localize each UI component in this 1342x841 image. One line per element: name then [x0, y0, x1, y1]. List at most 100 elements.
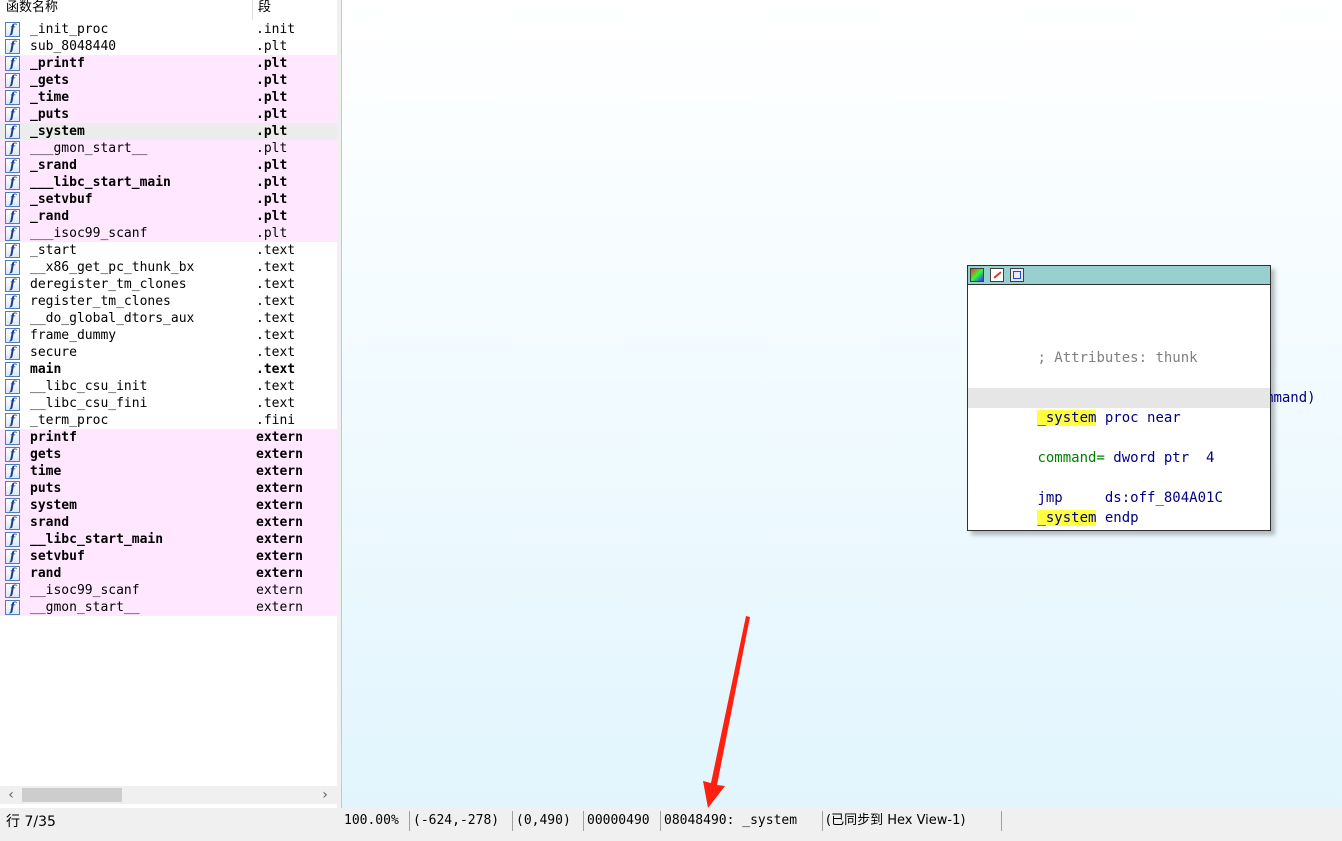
function-row[interactable]: f ___isoc99_scanf .plt	[0, 225, 337, 242]
code-line-jmp[interactable]: jmp ds:off_804A01C	[970, 468, 1222, 506]
code-line-endp[interactable]: _system endp	[970, 488, 1139, 526]
function-name: frame_dummy	[30, 328, 117, 343]
node-group-icon[interactable]	[1010, 268, 1024, 282]
function-row[interactable]: f main .text	[0, 361, 337, 378]
functions-window: 函数名称 段 f _init_proc .init f sub_8048440 .plt f…	[0, 0, 338, 808]
function-row[interactable]: f srand extern	[0, 514, 337, 531]
function-row[interactable]: f _system .plt	[0, 123, 337, 140]
zoom-level: 100.00%	[344, 813, 399, 828]
function-row[interactable]: f _srand .plt	[0, 157, 337, 174]
function-icon: f	[5, 345, 20, 360]
node-rename-icon[interactable]	[990, 268, 1004, 282]
scrollbar-thumb[interactable]	[22, 788, 122, 802]
function-row[interactable]: f _init_proc .init	[0, 21, 337, 38]
function-row[interactable]: f _puts .plt	[0, 106, 337, 123]
function-icon: f	[5, 413, 20, 428]
function-name: _rand	[30, 209, 70, 224]
function-segment: .plt	[256, 90, 288, 105]
code-block-node[interactable]: ; Attributes: thunk ; int system(const c…	[967, 265, 1316, 531]
function-row[interactable]: f sub_8048440 .plt	[0, 38, 337, 55]
function-row[interactable]: f frame_dummy .text	[0, 327, 337, 344]
arg-name[interactable]: command=	[1037, 450, 1104, 466]
function-row[interactable]: f _time .plt	[0, 89, 337, 106]
function-name: deregister_tm_clones	[30, 277, 187, 292]
scroll-left-icon[interactable]: ‹	[2, 786, 20, 804]
function-name: _term_proc	[30, 413, 109, 428]
function-row[interactable]: f puts extern	[0, 480, 337, 497]
function-segment: .text	[256, 345, 296, 360]
function-segment: .text	[256, 243, 296, 258]
function-name: __libc_csu_fini	[30, 396, 148, 411]
function-name: _srand	[30, 158, 77, 173]
column-divider[interactable]	[252, 0, 253, 20]
function-icon: f	[5, 294, 20, 309]
ida-graph-view[interactable]: ; Attributes: thunk ; int system(const c…	[341, 0, 1342, 808]
function-segment: extern	[256, 481, 303, 496]
function-row[interactable]: f secure .text	[0, 344, 337, 361]
function-segment: .text	[256, 379, 296, 394]
function-row[interactable]: f ___libc_start_main .plt	[0, 174, 337, 191]
function-icon: f	[5, 22, 20, 37]
function-segment: .init	[256, 22, 296, 37]
function-segment: .text	[256, 396, 296, 411]
function-row[interactable]: f __libc_csu_fini .text	[0, 395, 337, 412]
function-row[interactable]: f time extern	[0, 463, 337, 480]
function-row[interactable]: f __libc_start_main extern	[0, 531, 337, 548]
code-line-signature[interactable]: ; int system(const char *command)	[970, 368, 1315, 406]
node-color-icon[interactable]	[970, 268, 984, 282]
function-icon: f	[5, 243, 20, 258]
function-icon: f	[5, 447, 20, 462]
function-row[interactable]: f _term_proc .fini	[0, 412, 337, 429]
column-header-function-name[interactable]: 函数名称	[6, 0, 58, 15]
node-title-bar[interactable]	[968, 266, 1270, 285]
function-row[interactable]: f _printf .plt	[0, 55, 337, 72]
function-row[interactable]: f ___gmon_start__ .plt	[0, 140, 337, 157]
horizontal-scrollbar[interactable]: ‹ ›	[0, 786, 337, 804]
endp-name-highlight[interactable]: _system	[1037, 510, 1097, 526]
function-row[interactable]: f __libc_csu_init .text	[0, 378, 337, 395]
code-line-attributes[interactable]: ; Attributes: thunk	[970, 328, 1197, 366]
function-row[interactable]: f _rand .plt	[0, 208, 337, 225]
function-row[interactable]: f __x86_get_pc_thunk_bx .text	[0, 259, 337, 276]
function-name: _gets	[30, 73, 70, 88]
function-row[interactable]: f system extern	[0, 497, 337, 514]
function-segment: .text	[256, 294, 296, 309]
function-row[interactable]: f setvbuf extern	[0, 548, 337, 565]
function-row[interactable]: f __do_global_dtors_aux .text	[0, 310, 337, 327]
code-line-proc[interactable]: _system proc near	[968, 388, 1270, 426]
function-icon: f	[5, 260, 20, 275]
current-address: 08048490: _system	[664, 813, 798, 828]
function-row[interactable]: f deregister_tm_clones .text	[0, 276, 337, 293]
function-row[interactable]: f _start .text	[0, 242, 337, 259]
scroll-right-icon[interactable]: ›	[316, 786, 334, 804]
function-segment: extern	[256, 532, 303, 547]
function-icon: f	[5, 226, 20, 241]
function-icon: f	[5, 73, 20, 88]
function-row[interactable]: f gets extern	[0, 446, 337, 463]
function-row[interactable]: f __gmon_start__ extern	[0, 599, 337, 616]
function-name: _printf	[30, 56, 85, 71]
code-line-arg[interactable]: command= dword ptr 4	[970, 428, 1214, 466]
function-icon: f	[5, 532, 20, 547]
function-row[interactable]: f rand extern	[0, 565, 337, 582]
function-row[interactable]: f register_tm_clones .text	[0, 293, 337, 310]
column-header-segment[interactable]: 段	[258, 0, 271, 15]
function-segment: .fini	[256, 413, 296, 428]
function-row[interactable]: f printf extern	[0, 429, 337, 446]
function-segment: extern	[256, 430, 303, 445]
function-segment: .text	[256, 362, 296, 377]
file-offset: 00000490	[587, 813, 650, 828]
function-name: setvbuf	[30, 549, 85, 564]
function-icon: f	[5, 362, 20, 377]
function-icon: f	[5, 498, 20, 513]
proc-name-highlight[interactable]: _system	[1037, 410, 1097, 426]
function-row[interactable]: f _setvbuf .plt	[0, 191, 337, 208]
function-icon: f	[5, 549, 20, 564]
function-list: f _init_proc .init f sub_8048440 .plt f _printf…	[0, 21, 337, 616]
function-row[interactable]: f __isoc99_scanf extern	[0, 582, 337, 599]
function-name: _setvbuf	[30, 192, 93, 207]
function-row[interactable]: f _gets .plt	[0, 72, 337, 89]
function-segment: extern	[256, 549, 303, 564]
function-segment: extern	[256, 583, 303, 598]
function-name: __isoc99_scanf	[30, 583, 140, 598]
